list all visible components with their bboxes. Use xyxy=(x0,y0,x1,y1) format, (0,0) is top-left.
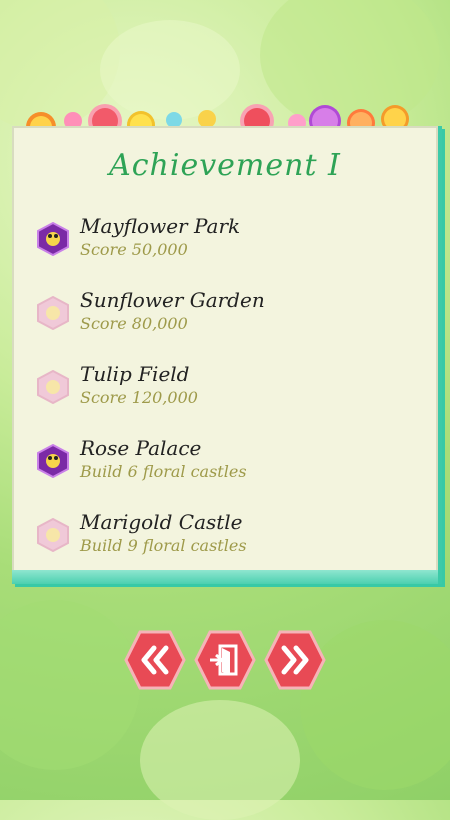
exit-button[interactable] xyxy=(194,630,256,690)
achievement-item: Sunflower Garden Score 80,000 xyxy=(34,286,424,342)
achievement-desc: Score 120,000 xyxy=(80,388,198,407)
achievement-desc: Build 6 floral castles xyxy=(80,462,247,481)
badge-unlocked-icon xyxy=(36,443,70,479)
panel-bottom-bar xyxy=(12,570,438,584)
achievement-item: Tulip Field Score 120,000 xyxy=(34,360,424,416)
achievement-name: Marigold Castle xyxy=(80,510,243,534)
achievement-item: Marigold Castle Build 9 floral castles xyxy=(34,508,424,564)
achievement-desc: Score 80,000 xyxy=(80,314,188,333)
prev-page-button[interactable] xyxy=(124,630,186,690)
double-chevron-right-icon xyxy=(264,630,326,690)
achievement-name: Mayflower Park xyxy=(80,214,241,238)
nav-buttons xyxy=(0,630,450,690)
badge-locked-icon xyxy=(36,369,70,405)
achievement-desc: Score 50,000 xyxy=(80,240,188,259)
achievement-name: Rose Palace xyxy=(80,436,202,460)
exit-door-icon xyxy=(194,630,256,690)
page-title: Achievement I xyxy=(109,148,341,183)
achievement-desc: Build 9 floral castles xyxy=(80,536,247,555)
achievement-name: Sunflower Garden xyxy=(80,288,265,312)
badge-unlocked-icon xyxy=(36,221,70,257)
achievement-item: Rose Palace Build 6 floral castles xyxy=(34,434,424,490)
double-chevron-left-icon xyxy=(124,630,186,690)
next-page-button[interactable] xyxy=(264,630,326,690)
achievement-item: Mayflower Park Score 50,000 xyxy=(34,212,424,268)
badge-locked-icon xyxy=(36,517,70,553)
badge-locked-icon xyxy=(36,295,70,331)
achievement-name: Tulip Field xyxy=(80,362,190,386)
